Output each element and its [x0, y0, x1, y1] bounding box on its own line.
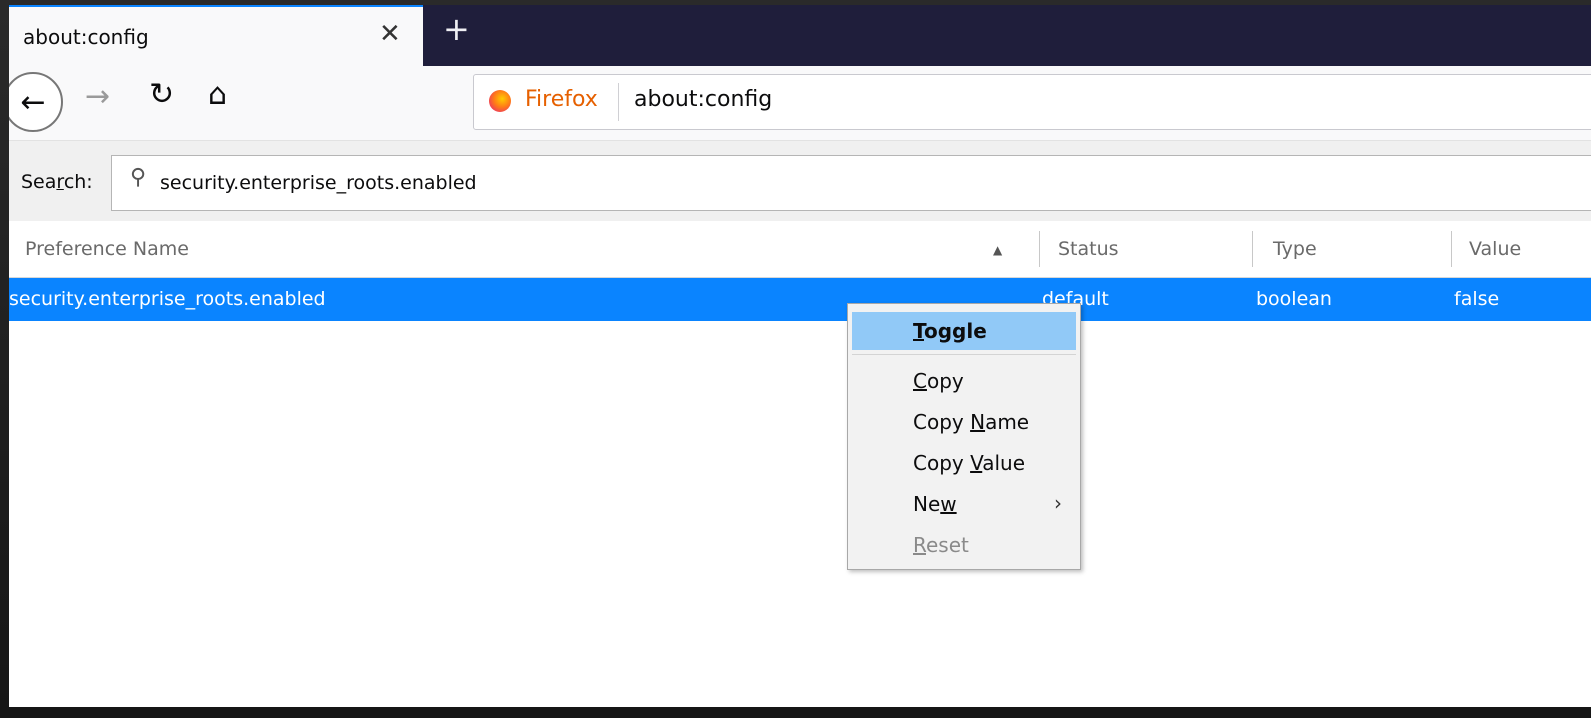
menu-item-copy-value[interactable]: Copy Value	[852, 444, 1076, 482]
column-preference-name[interactable]: Preference Name	[25, 238, 189, 260]
row-preference-name: security.enterprise_roots.enabled	[9, 288, 326, 310]
forward-arrow-icon[interactable]: →	[85, 82, 110, 112]
menu-item-copy-name[interactable]: Copy Name	[852, 403, 1076, 441]
browser-window: about:config ✕ + ← → ↻ ⌂ Firefox about:c…	[9, 5, 1591, 707]
menu-item-toggle[interactable]: Toggle	[852, 312, 1076, 350]
column-type[interactable]: Type	[1273, 238, 1317, 260]
menu-item-copy[interactable]: Copy	[852, 362, 1076, 400]
menu-item-reset: Reset	[913, 533, 969, 557]
column-divider[interactable]	[1039, 231, 1040, 267]
column-status[interactable]: Status	[1058, 238, 1119, 260]
row-value: false	[1454, 288, 1500, 310]
menu-separator	[852, 354, 1076, 355]
search-icon: ⚲	[130, 165, 147, 190]
firefox-logo-icon	[489, 90, 511, 112]
tab-about-config[interactable]: about:config ✕	[9, 5, 423, 66]
search-box[interactable]: ⚲	[111, 155, 1591, 211]
row-type: boolean	[1256, 288, 1332, 310]
identity-label[interactable]: Firefox	[525, 87, 598, 112]
menu-item-new[interactable]: New ›	[852, 485, 1076, 523]
url-bar[interactable]: Firefox about:config	[473, 74, 1591, 130]
back-arrow-icon: ←	[20, 84, 46, 120]
reload-icon[interactable]: ↻	[149, 80, 174, 110]
tab-bar: about:config ✕ +	[9, 5, 1591, 66]
search-input[interactable]	[160, 168, 1060, 198]
search-label: Search:	[21, 171, 93, 193]
column-value[interactable]: Value	[1469, 238, 1521, 260]
home-icon[interactable]: ⌂	[208, 80, 227, 110]
url-divider	[618, 83, 619, 121]
back-button[interactable]: ←	[9, 72, 63, 132]
submenu-arrow-icon: ›	[1054, 491, 1062, 515]
navigation-toolbar: ← → ↻ ⌂ Firefox about:config	[9, 66, 1591, 140]
tab-title: about:config	[23, 25, 149, 49]
close-tab-icon[interactable]: ✕	[379, 21, 401, 47]
context-menu: Toggle Copy Copy Name Copy Value New › R…	[847, 303, 1081, 570]
new-tab-icon[interactable]: +	[443, 13, 470, 45]
sort-ascending-icon[interactable]: ▲	[993, 243, 1002, 257]
table-row[interactable]: security.enterprise_roots.enabled defaul…	[9, 278, 1591, 321]
column-divider[interactable]	[1451, 231, 1452, 267]
url-text[interactable]: about:config	[634, 87, 772, 112]
column-divider[interactable]	[1252, 231, 1253, 267]
search-row: Search: ⚲	[9, 140, 1591, 222]
column-header: Preference Name ▲ Status Type Value	[9, 221, 1591, 278]
